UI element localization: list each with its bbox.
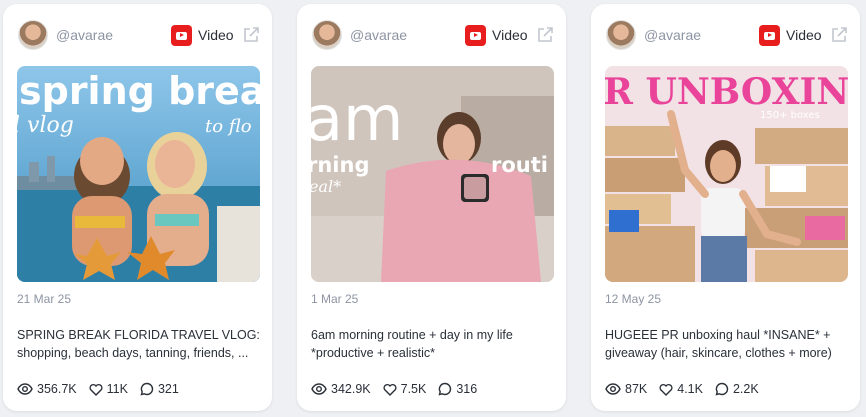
youtube-icon <box>171 25 192 46</box>
username[interactable]: @avarae <box>56 27 113 43</box>
comment-icon <box>140 382 154 396</box>
heart-icon <box>89 383 103 396</box>
likes-stat: 11K <box>89 382 128 396</box>
thumbnail-text: am <box>311 82 403 155</box>
video-title[interactable]: 6am morning routine + day in my life *pr… <box>311 326 555 362</box>
likes-count: 11K <box>106 382 128 396</box>
external-link-icon[interactable] <box>536 26 554 44</box>
eye-icon <box>605 383 621 395</box>
thumbnail-text: routi <box>491 153 548 177</box>
post-date: 21 Mar 25 <box>17 292 72 306</box>
comments-count: 316 <box>456 382 478 396</box>
comments-stat: 316 <box>438 382 477 396</box>
username[interactable]: @avarae <box>350 27 407 43</box>
video-thumbnail[interactable]: am rning routi eal* <box>311 66 554 282</box>
likes-stat: 4.1K <box>659 382 703 396</box>
views-stat: 87K <box>605 382 647 396</box>
card-header: @avarae Video <box>297 4 566 64</box>
comment-icon <box>438 382 452 396</box>
post-date: 1 Mar 25 <box>311 292 359 306</box>
username[interactable]: @avarae <box>644 27 701 43</box>
views-count: 356.7K <box>37 382 77 396</box>
video-title[interactable]: SPRING BREAK FLORIDA TRAVEL VLOG: shoppi… <box>17 326 261 362</box>
video-thumbnail[interactable]: R UNBOXIN 150+ boxes <box>605 66 848 282</box>
thumbnail-text: spring break <box>19 69 260 113</box>
comments-stat: 321 <box>140 382 179 396</box>
stats-row: 87K 4.1K 2.2K <box>605 380 771 398</box>
eye-icon <box>17 383 33 395</box>
likes-stat: 7.5K <box>383 382 427 396</box>
comment-icon <box>715 382 729 396</box>
views-count: 342.9K <box>331 382 371 396</box>
type-label: Video <box>198 27 234 43</box>
post-date: 12 May 25 <box>605 292 662 306</box>
thumbnail-text: rning <box>311 153 370 177</box>
type-label: Video <box>492 27 528 43</box>
thumbnail-text: eal* <box>311 177 341 196</box>
likes-count: 7.5K <box>400 382 427 396</box>
video-title[interactable]: HUGEEE PR unboxing haul *INSANE* + givea… <box>605 326 849 362</box>
comments-count: 2.2K <box>732 382 759 396</box>
views-count: 87K <box>625 382 648 396</box>
external-link-icon[interactable] <box>242 26 260 44</box>
video-card[interactable]: @avarae Video am rning routi eal* 1 Mar … <box>297 4 566 411</box>
type-label: Video <box>786 27 822 43</box>
video-card[interactable]: @avarae Video spring brea l vlog to flo … <box>3 4 272 411</box>
stats-row: 342.9K 7.5K 316 <box>311 380 489 398</box>
comments-count: 321 <box>157 382 179 396</box>
thumbnail-text: to flo <box>205 116 252 137</box>
likes-count: 4.1K <box>677 382 703 396</box>
external-link-icon[interactable] <box>830 26 848 44</box>
avatar[interactable] <box>312 20 342 50</box>
video-thumbnail[interactable]: spring break l vlog to flo <box>17 66 260 282</box>
heart-icon <box>383 383 397 396</box>
comments-stat: 2.2K <box>715 382 759 396</box>
card-header: @avarae Video <box>3 4 272 64</box>
heart-icon <box>659 383 673 396</box>
thumbnail-text: R UNBOXIN <box>605 71 848 113</box>
thumbnail-text: l vlog <box>17 113 74 138</box>
stats-row: 356.7K 11K 321 <box>17 380 191 398</box>
avatar[interactable] <box>18 20 48 50</box>
youtube-icon <box>465 25 486 46</box>
video-card[interactable]: @avarae Video R UNBOXIN 150+ boxes 12 Ma… <box>591 4 860 411</box>
views-stat: 356.7K <box>17 382 77 396</box>
thumbnail-text: 150+ boxes <box>760 110 820 121</box>
youtube-icon <box>759 25 780 46</box>
card-header: @avarae Video <box>591 4 860 64</box>
avatar[interactable] <box>606 20 636 50</box>
eye-icon <box>311 383 327 395</box>
views-stat: 342.9K <box>311 382 371 396</box>
